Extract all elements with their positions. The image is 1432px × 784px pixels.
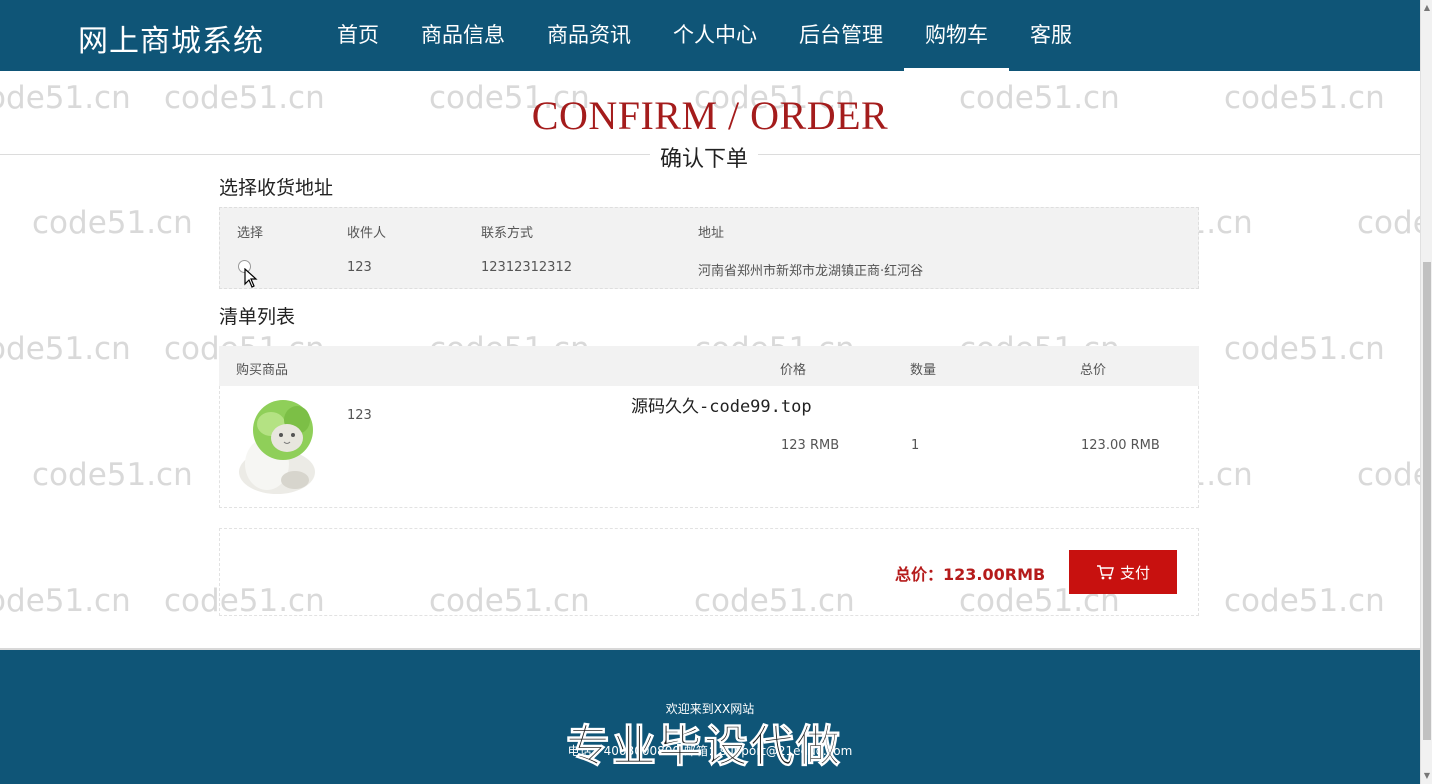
page-title-cn: 确认下单 bbox=[650, 141, 759, 173]
items-table-header: 购买商品 价格 数量 总价 bbox=[219, 346, 1199, 386]
pay-button-label: 支付 bbox=[1119, 563, 1150, 582]
product-quantity: 1 bbox=[911, 438, 920, 453]
scroll-up-icon[interactable]: ▲ bbox=[1423, 4, 1431, 12]
site-logo-text[interactable]: 网上商城系统 bbox=[78, 16, 264, 60]
watermark-text: code51.cn bbox=[0, 583, 131, 619]
column-header-recipient: 收件人 bbox=[347, 226, 387, 241]
nav-item-products[interactable]: 商品信息 bbox=[400, 0, 526, 71]
mouse-cursor-icon bbox=[244, 268, 258, 288]
address-phone: 12312312312 bbox=[481, 260, 572, 275]
page-scrollbar[interactable]: ▲ ▼ bbox=[1420, 0, 1432, 784]
column-header-select: 选择 bbox=[237, 226, 264, 241]
total-price: 总价：123.00RMB bbox=[895, 565, 1046, 584]
product-price: 123 RMB bbox=[781, 438, 840, 453]
column-header-address: 地址 bbox=[698, 226, 725, 241]
address-text: 河南省郑州市新郑市龙湖镇正商·红河谷 bbox=[698, 264, 924, 279]
nav-item-news[interactable]: 商品资讯 bbox=[526, 0, 652, 71]
column-header-phone: 联系方式 bbox=[481, 226, 534, 241]
address-recipient: 123 bbox=[347, 260, 372, 275]
nav-item-profile[interactable]: 个人中心 bbox=[652, 0, 778, 71]
scroll-thumb[interactable] bbox=[1423, 262, 1431, 740]
cart-icon bbox=[1096, 565, 1114, 580]
product-image[interactable] bbox=[237, 394, 323, 494]
address-table: 选择 收件人 联系方式 地址 123 12312312312 河南省郑州市新郑市… bbox=[219, 207, 1199, 289]
scroll-down-icon[interactable]: ▼ bbox=[1423, 772, 1431, 780]
product-name[interactable]: 123 bbox=[347, 408, 372, 423]
column-header-product: 购买商品 bbox=[236, 363, 289, 378]
pay-button[interactable]: 支付 bbox=[1069, 550, 1177, 594]
items-section-title: 清单列表 bbox=[219, 306, 296, 328]
address-section-title: 选择收货地址 bbox=[219, 177, 334, 199]
column-header-price: 价格 bbox=[780, 363, 807, 378]
main-nav: 首页 商品信息 商品资讯 个人中心 后台管理 购物车 客服 bbox=[316, 0, 1093, 71]
nav-item-cart[interactable]: 购物车 bbox=[904, 0, 1009, 71]
watermark-text: code51.cn bbox=[0, 331, 131, 367]
top-nav-bar: 网上商城系统 首页 商品信息 商品资讯 个人中心 后台管理 购物车 客服 bbox=[0, 0, 1420, 71]
column-header-total: 总价 bbox=[1080, 363, 1107, 378]
nav-item-home[interactable]: 首页 bbox=[316, 0, 400, 71]
nav-item-admin[interactable]: 后台管理 bbox=[778, 0, 904, 71]
nav-item-service[interactable]: 客服 bbox=[1009, 0, 1093, 71]
order-summary: 总价：123.00RMB 支付 bbox=[219, 528, 1199, 616]
overlay-stamp-text: 专业毕设代做 bbox=[566, 721, 842, 773]
watermark-text: code51.cn bbox=[1224, 583, 1385, 619]
watermark-text: code51.cn bbox=[32, 457, 193, 493]
watermark-text: code51.cn bbox=[32, 205, 193, 241]
product-total: 123.00 RMB bbox=[1081, 438, 1160, 453]
page-title-en: CONFIRM / ORDER bbox=[531, 93, 889, 138]
promo-text: 源码久久-code99.top bbox=[631, 397, 812, 417]
watermark-text: code51.cn bbox=[1224, 331, 1385, 367]
column-header-quantity: 数量 bbox=[910, 363, 937, 378]
